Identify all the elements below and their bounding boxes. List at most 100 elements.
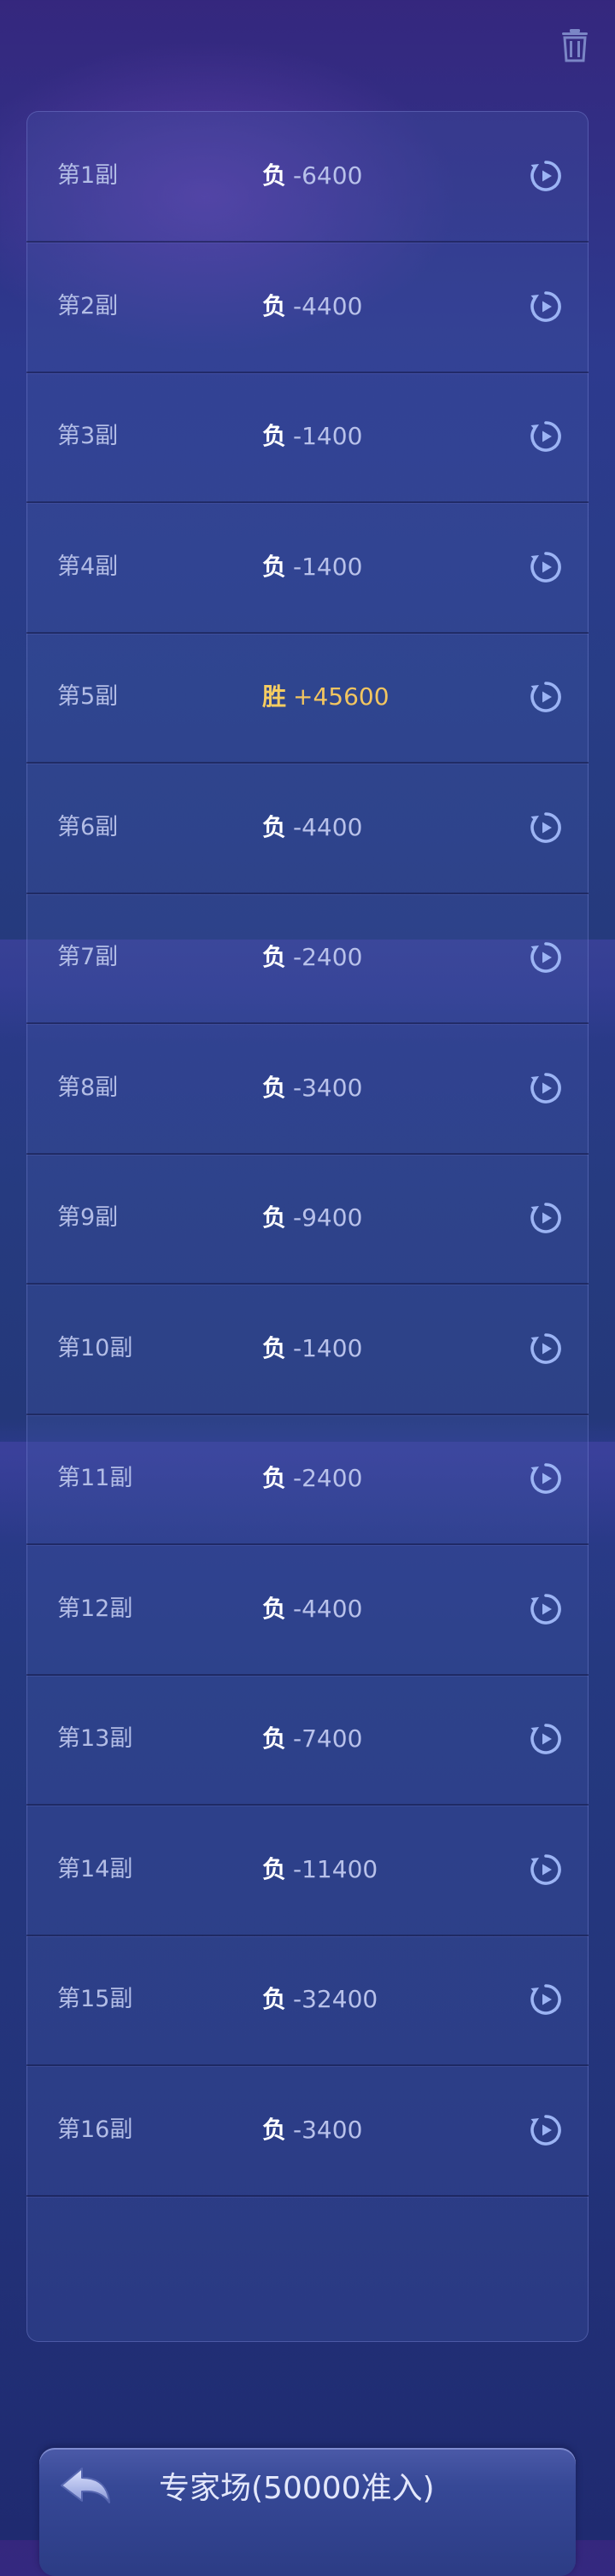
game-record-list: 第1副负 -6400 第2副负 -4400 第3副负 -1400 第4副负 -1400 第5副胜… [26,111,589,2342]
replay-icon[interactable] [529,1332,563,1366]
replay-icon[interactable] [529,419,563,454]
record-score: -1400 [293,553,363,581]
record-index: 第3副 [57,423,119,449]
loss-label: 负 [262,553,287,581]
loss-label: 负 [262,161,287,190]
record-row[interactable]: 第15副 负 -32400 [26,1935,589,2066]
loss-label: 负 [262,1464,287,1492]
record-index: 第7副 [57,944,119,970]
record-index: 第2副 [57,293,119,319]
record-score: -6400 [293,161,363,190]
record-index: 第8副 [57,1074,119,1101]
record-result: 负 -2400 [262,1414,362,1543]
record-score: -2400 [293,943,363,971]
record-index: 第4副 [57,553,119,580]
record-index: 第14副 [57,1856,133,1882]
back-arrow-icon[interactable] [58,2465,113,2513]
record-result: 负 -11400 [262,1805,378,1935]
record-index: 第9副 [57,1204,119,1231]
replay-icon[interactable] [529,1201,563,1235]
record-row[interactable]: 第9副 负 -9400 [26,1153,589,1285]
record-row[interactable]: 第11副 负 -2400 [26,1414,589,1545]
record-score: -1400 [293,1334,363,1362]
replay-icon[interactable] [529,2113,563,2147]
replay-icon[interactable] [529,680,563,714]
record-row[interactable]: 第2副 负 -4400 [26,242,589,373]
record-index: 第15副 [57,1986,133,2012]
record-row[interactable]: 第3副 负 -1400 [26,372,589,503]
record-score: +45600 [293,682,390,711]
record-result: 负 -3400 [262,2065,362,2195]
record-result: 负 -2400 [262,893,362,1022]
replay-icon[interactable] [529,1071,563,1105]
record-score: -9400 [293,1203,363,1232]
record-row[interactable]: 第6副 负 -4400 [26,763,589,894]
loss-label: 负 [262,813,287,841]
replay-icon[interactable] [529,1853,563,1887]
record-index: 第1副 [57,162,119,189]
loss-label: 负 [262,1855,287,1883]
record-row[interactable]: 第12副 负 -4400 [26,1544,589,1676]
room-footer-bar: 专家场(50000准入) [39,2448,576,2576]
loss-label: 负 [262,1203,287,1232]
replay-icon[interactable] [529,1592,563,1626]
record-index: 第12副 [57,1595,133,1622]
replay-icon[interactable] [529,811,563,845]
record-result: 负 -4400 [262,242,362,372]
record-index: 第16副 [57,2116,133,2143]
record-score: -4400 [293,1595,363,1623]
record-result: 负 -6400 [262,111,362,241]
loss-label: 负 [262,422,287,450]
record-row[interactable]: 第7副 负 -2400 [26,893,589,1024]
record-score: -32400 [293,1985,378,2013]
replay-icon[interactable] [529,940,563,975]
record-index: 第11副 [57,1465,133,1491]
record-result: 负 -32400 [262,1935,378,2064]
loss-label: 负 [262,1724,287,1753]
record-result: 负 -1400 [262,372,362,501]
replay-icon[interactable] [529,1982,563,2017]
record-row[interactable]: 第14副 负 -11400 [26,1805,589,1936]
record-row[interactable]: 第4副 负 -1400 [26,502,589,634]
record-result: 负 -9400 [262,1153,362,1283]
replay-icon[interactable] [529,1722,563,1756]
loss-label: 负 [262,1334,287,1362]
loss-label: 负 [262,943,287,971]
record-score: -2400 [293,1464,363,1492]
record-score: -3400 [293,1074,363,1102]
record-score: -4400 [293,292,363,320]
record-result: 负 -4400 [262,1544,362,1674]
record-score: -7400 [293,1724,363,1753]
room-title: 专家场(50000准入) [159,2471,435,2506]
record-row[interactable]: 第8副 负 -3400 [26,1023,589,1155]
record-result: 负 -1400 [262,1284,362,1414]
record-result: 负 -1400 [262,502,362,632]
replay-icon[interactable] [529,159,563,193]
replay-icon[interactable] [529,550,563,584]
record-row[interactable]: 第1副 负 -6400 [26,111,589,243]
replay-icon[interactable] [529,1461,563,1496]
trash-icon[interactable] [560,28,589,62]
loss-label: 负 [262,1595,287,1623]
record-score: -4400 [293,813,363,841]
record-row[interactable]: 第5副 胜 +45600 [26,632,589,764]
record-row[interactable]: 第13副 负 -7400 [26,1674,589,1806]
loss-label: 负 [262,2116,287,2144]
record-result: 负 -4400 [262,763,362,893]
record-row[interactable]: 第10副 负 -1400 [26,1284,589,1415]
record-index: 第10副 [57,1335,133,1361]
record-result: 胜 +45600 [262,632,390,762]
record-result: 负 -3400 [262,1023,362,1153]
replay-icon[interactable] [529,290,563,324]
record-index: 第5副 [57,683,119,710]
record-result: 负 -7400 [262,1674,362,1804]
record-score: -11400 [293,1855,378,1883]
record-index: 第6副 [57,814,119,840]
loss-label: 负 [262,1985,287,2013]
loss-label: 负 [262,1074,287,1102]
record-index: 第13副 [57,1725,133,1752]
loss-label: 负 [262,292,287,320]
record-score: -1400 [293,422,363,450]
record-row[interactable]: 第16副 负 -3400 [26,2065,589,2197]
win-label: 胜 [262,682,287,711]
